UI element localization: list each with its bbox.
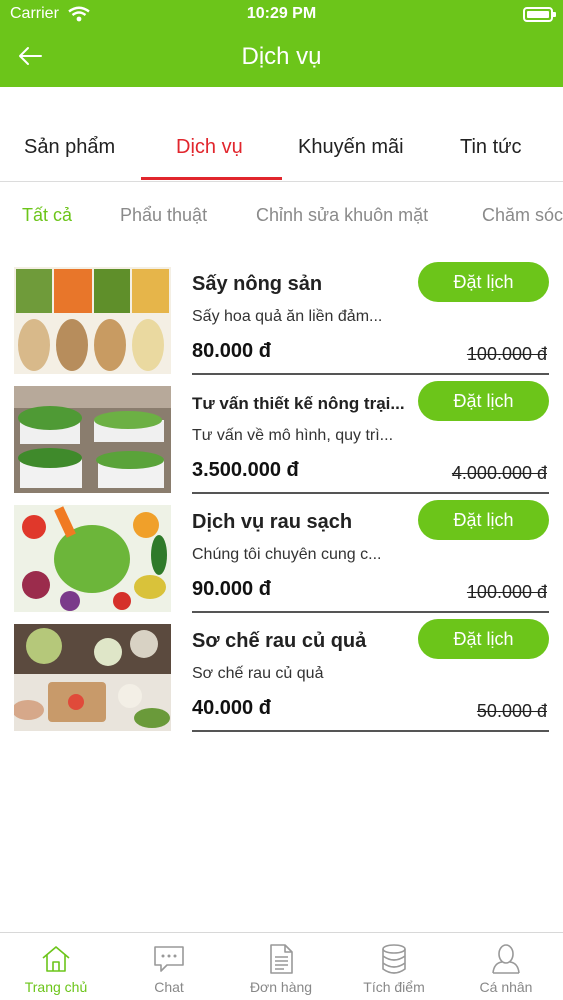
book-button[interactable]: Đặt lịch <box>418 619 549 659</box>
service-price: 80.000 đ <box>192 340 271 362</box>
tab-promotions[interactable]: Khuyến mãi <box>298 136 404 159</box>
filter-all[interactable]: Tất cả <box>22 205 72 226</box>
status-bar: Carrier 10:29 PM <box>0 0 563 30</box>
service-item[interactable]: Sơ chế rau củ quả Sơ chế rau củ quả 40.0… <box>0 613 563 732</box>
page-title: Dịch vụ <box>241 43 322 70</box>
book-button[interactable]: Đặt lịch <box>418 500 549 540</box>
bottom-tab-chat[interactable]: Chat <box>113 933 225 1000</box>
tab-products[interactable]: Sản phẩm <box>24 136 115 159</box>
service-name: Tư vấn thiết kế nông trại... <box>192 394 405 413</box>
book-button[interactable]: Đặt lịch <box>418 381 549 421</box>
service-info: Tư vấn thiết kế nông trại... Tư vấn về m… <box>192 375 549 494</box>
chat-icon <box>154 946 184 972</box>
service-name: Sấy nông sản <box>192 273 323 295</box>
service-old-price: 100.000 đ <box>466 582 547 602</box>
battery-icon <box>523 7 556 22</box>
document-icon <box>270 944 293 974</box>
home-icon <box>42 946 70 972</box>
bottom-tab-profile[interactable]: Cá nhân <box>450 933 562 1000</box>
service-description: Sơ chế rau củ quả <box>192 665 324 682</box>
service-image-farm-design <box>14 386 171 493</box>
category-filter-bar: Tất cả Phẩu thuật Chỉnh sửa khuôn mặt Ch… <box>0 183 563 249</box>
service-description: Tư vấn về mô hình, quy trì... <box>192 427 394 444</box>
tab-news[interactable]: Tin tức <box>460 136 522 159</box>
tab-services[interactable]: Dịch vụ <box>176 136 243 159</box>
service-name: Sơ chế rau củ quả <box>192 630 367 652</box>
filter-face-edit[interactable]: Chỉnh sửa khuôn mặt <box>256 205 428 226</box>
service-item[interactable]: Dịch vụ rau sạch Chúng tôi chuyên cung c… <box>0 494 563 613</box>
bottom-tab-label: Tích điểm <box>363 979 425 995</box>
bottom-tab-label: Chat <box>154 979 184 995</box>
bottom-tab-label: Trang chủ <box>24 979 88 995</box>
service-info: Dịch vụ rau sạch Chúng tôi chuyên cung c… <box>192 494 549 613</box>
app-header: Carrier 10:29 PM Dịch vụ <box>0 0 563 87</box>
filter-care[interactable]: Chăm sóc <box>482 205 563 226</box>
bottom-tab-orders[interactable]: Đơn hàng <box>225 933 337 1000</box>
person-icon <box>492 944 520 974</box>
status-time: 10:29 PM <box>246 5 317 22</box>
filter-surgery[interactable]: Phẩu thuật <box>120 205 207 226</box>
main-tabs: Sản phẩm Dịch vụ Khuyến mãi Tin tức <box>0 87 563 182</box>
service-info: Sấy nông sản Sấy hoa quả ăn liền đảm... … <box>192 256 549 375</box>
book-button[interactable]: Đặt lịch <box>418 262 549 302</box>
service-price: 90.000 đ <box>192 578 271 600</box>
service-old-price: 100.000 đ <box>466 344 547 364</box>
service-image-vegetable-prep <box>14 624 171 731</box>
service-name: Dịch vụ rau sạch <box>192 511 353 533</box>
service-price: 40.000 đ <box>192 697 271 719</box>
bottom-tab-points[interactable]: Tích điểm <box>338 933 450 1000</box>
bottom-tab-label: Cá nhân <box>479 979 533 995</box>
bottom-tab-bar: Trang chủ Chat Đơn hàng Tích điểm Cá nhâ… <box>0 932 563 1000</box>
service-item[interactable]: Sấy nông sản Sấy hoa quả ăn liền đảm... … <box>0 256 563 375</box>
service-info: Sơ chế rau củ quả Sơ chế rau củ quả 40.0… <box>192 613 549 732</box>
service-price: 3.500.000 đ <box>192 459 299 481</box>
service-item[interactable]: Tư vấn thiết kế nông trại... Tư vấn về m… <box>0 375 563 494</box>
service-old-price: 50.000 đ <box>476 701 547 721</box>
coins-icon <box>382 944 406 974</box>
bottom-tab-home[interactable]: Trang chủ <box>0 933 112 1000</box>
service-image-dried-produce <box>14 267 171 374</box>
service-image-clean-vegetables <box>14 505 171 612</box>
service-description: Sấy hoa quả ăn liền đảm... <box>192 308 383 325</box>
service-old-price: 4.000.000 đ <box>451 463 547 483</box>
active-tab-indicator <box>141 177 282 180</box>
service-description: Chúng tôi chuyên cung c... <box>192 546 382 563</box>
bottom-tab-label: Đơn hàng <box>249 979 313 995</box>
